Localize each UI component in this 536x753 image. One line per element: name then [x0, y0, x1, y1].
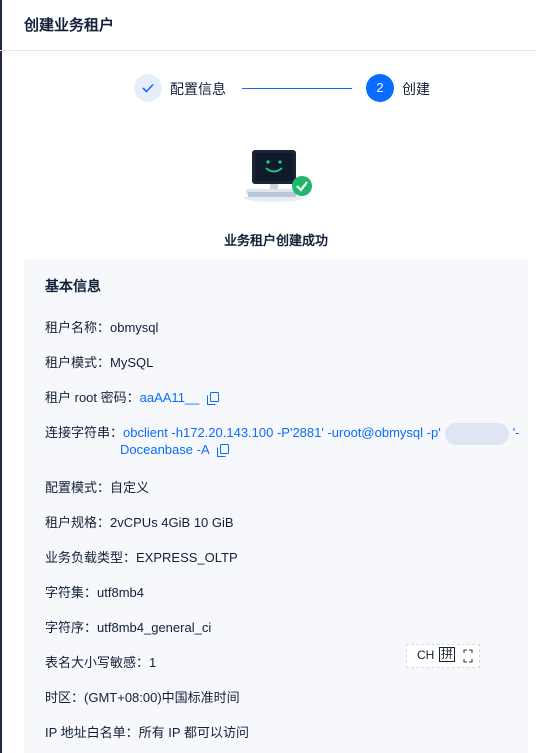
row-label: 字符集： [45, 585, 98, 600]
info-row-collation: 字符序：utf8mb4_general_ci [45, 617, 211, 636]
step-1-label: 配置信息 [170, 81, 226, 97]
stepper: 配置信息 2 创建 [0, 70, 536, 106]
row-label: 租户规格： [45, 515, 111, 530]
drawer-header: 创建业务租户 [0, 0, 536, 51]
row-label: 表名大小写敏感： [45, 655, 150, 670]
row-value: 1 [149, 655, 157, 670]
ime-mode[interactable]: CH [417, 648, 434, 662]
row-value: 自定义 [110, 480, 150, 495]
row-value: obmysql [110, 320, 159, 335]
connection-string-line2: Doceanbase -A [120, 442, 229, 458]
row-value: 所有 IP 都可以访问 [138, 725, 249, 740]
info-row-tenant-spec: 租户规格：2vCPUs 4GiB 10 GiB [45, 512, 234, 531]
row-value: utf8mb4 [97, 585, 144, 600]
info-row-workload-type: 业务负载类型：EXPRESS_OLTP [45, 547, 238, 566]
row-label: 连接字符串： [45, 425, 124, 440]
row-value: 2vCPUs 4GiB 10 GiB [110, 515, 234, 530]
row-value: EXPRESS_OLTP [136, 550, 238, 565]
expand-icon[interactable] [463, 649, 473, 663]
row-value: MySQL [110, 355, 154, 370]
step-1-circle [134, 74, 162, 102]
row-label: 配置模式： [45, 480, 111, 495]
row-value: utf8mb4_general_ci [97, 620, 212, 635]
copy-icon[interactable] [207, 392, 220, 406]
row-label: 租户模式： [45, 355, 111, 370]
info-row-config-mode: 配置模式：自定义 [45, 477, 149, 496]
connection-string-part2: '- [512, 425, 520, 440]
ime-toolbar[interactable]: CH 拼 [406, 644, 480, 668]
row-label: 租户 root 密码： [45, 390, 140, 405]
row-label: 业务负载类型： [45, 550, 137, 565]
row-label: 租户名称： [45, 320, 111, 335]
computer-success-icon [244, 150, 312, 202]
copy-icon[interactable] [216, 444, 229, 458]
step-2-label: 创建 [402, 81, 430, 97]
masked-password [444, 422, 509, 445]
success-message: 业务租户创建成功 [223, 233, 328, 248]
ime-input-toggle[interactable]: 拼 [439, 647, 456, 662]
info-row-timezone: 时区：(GMT+08:00)中国标准时间 [45, 687, 240, 706]
info-row-connection-string: 连接字符串：obclient -h172.20.143.100 -P'2881'… [45, 422, 520, 445]
step-connector [242, 88, 352, 89]
info-row-tenant-name: 租户名称：obmysql [45, 317, 158, 336]
row-label: IP 地址白名单： [45, 725, 139, 740]
window-left-edge [0, 0, 2, 753]
info-row-root-password: 租户 root 密码：aaAA11__ [45, 387, 220, 406]
row-value: (GMT+08:00)中国标准时间 [84, 690, 240, 705]
check-icon [142, 83, 154, 93]
info-row-case-sensitivity: 表名大小写敏感：1 [45, 652, 156, 671]
row-label: 时区： [45, 690, 85, 705]
connection-string-part3: Doceanbase -A [120, 442, 209, 457]
info-row-ip-whitelist: IP 地址白名单：所有 IP 都可以访问 [45, 722, 249, 741]
row-label: 字符序： [45, 620, 98, 635]
info-row-tenant-mode: 租户模式：MySQL [45, 352, 153, 371]
info-row-charset: 字符集：utf8mb4 [45, 582, 144, 601]
section-title: 基本信息 [45, 278, 101, 294]
connection-string-part1: obclient -h172.20.143.100 -P'2881' -uroo… [123, 425, 441, 440]
basic-info-panel: 基本信息 租户名称：obmysql 租户模式：MySQL 租户 root 密码：… [24, 259, 528, 753]
password-value: aaAA11__ [139, 390, 200, 405]
page-title: 创建业务租户 [24, 17, 115, 34]
step-2-circle: 2 [366, 74, 394, 102]
